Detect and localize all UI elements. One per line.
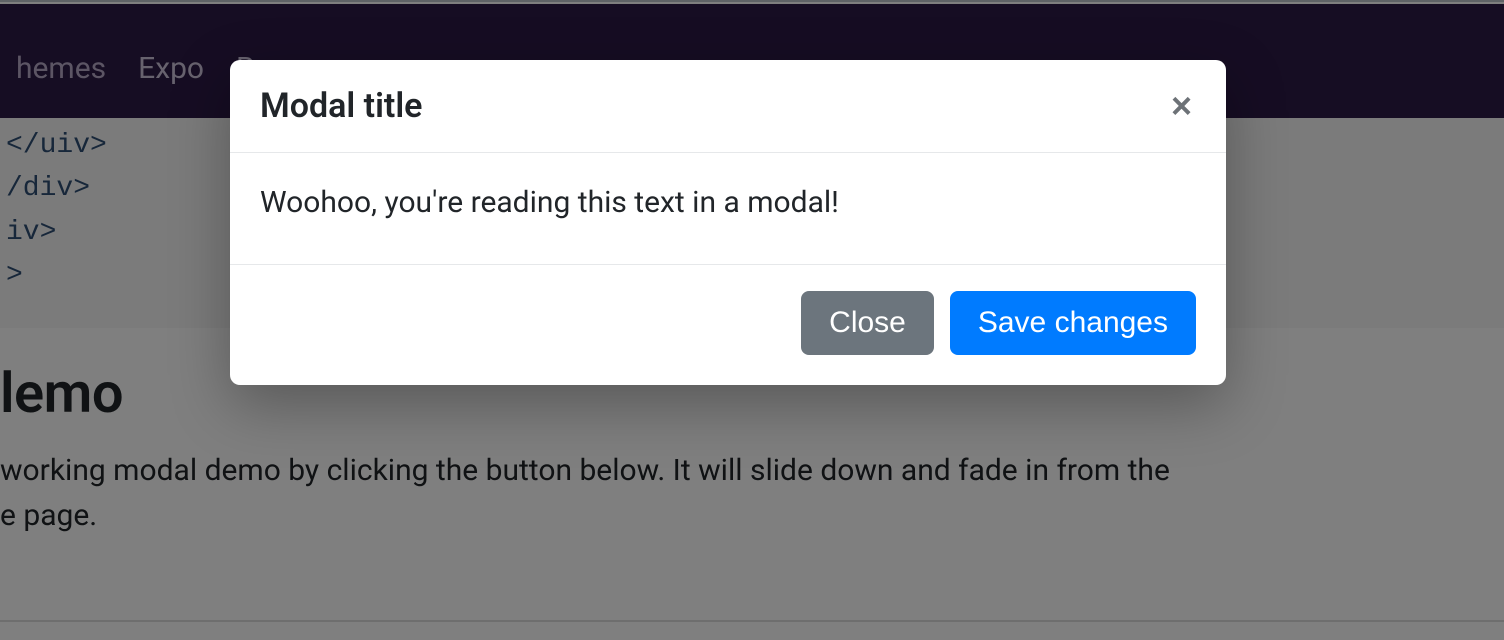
- save-changes-button[interactable]: Save changes: [950, 291, 1196, 355]
- close-button[interactable]: Close: [801, 291, 934, 355]
- modal-dialog: Modal title × Woohoo, you're reading thi…: [230, 60, 1226, 385]
- close-icon[interactable]: ×: [1167, 88, 1196, 124]
- modal-body: Woohoo, you're reading this text in a mo…: [230, 153, 1226, 265]
- modal-footer: Close Save changes: [230, 265, 1226, 385]
- modal-header: Modal title ×: [230, 60, 1226, 153]
- modal-title: Modal title: [260, 86, 422, 126]
